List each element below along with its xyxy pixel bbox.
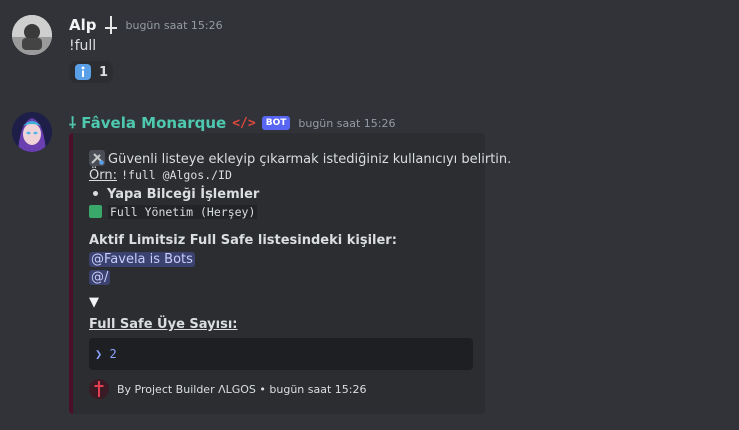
count-heading: Full Safe Üye Sayısı: (89, 317, 238, 332)
item-row: Full Yönetim (Herşey) (89, 205, 258, 220)
embed-description-row: Güvenli listeye ekleyip çıkarmak istediğ… (89, 150, 511, 170)
down-arrow-icon: ▼ (89, 295, 99, 310)
message-alp: Alp bugün saat 15:26 !full 1 (0, 0, 739, 95)
username[interactable]: Alp (69, 16, 97, 34)
avatar-image (12, 15, 52, 55)
example-label: Örn: (89, 168, 117, 183)
embed: Güvenli listeye ekleyip çıkarmak istediğ… (69, 133, 511, 414)
timestamp: bugün saat 15:26 (125, 18, 223, 32)
mention-row-2: @/ (89, 270, 111, 285)
message-text: !full (69, 38, 97, 54)
dagger-icon (89, 379, 109, 399)
example-row: Örn: !full @Algos./ID (89, 168, 232, 183)
avatar[interactable] (12, 112, 52, 152)
mention[interactable]: @Favela is Bots (89, 252, 195, 267)
tools-icon (89, 150, 105, 170)
bullet (93, 191, 98, 196)
reaction-count: 1 (99, 64, 109, 80)
dagger-icon (104, 16, 118, 34)
footer-text: By Project Builder ΛLGOS • bugün saat 15… (117, 382, 367, 396)
list-heading: Aktif Limitsiz Full Safe listesindeki ki… (89, 233, 397, 248)
avatar[interactable] (12, 15, 52, 55)
bullet-row: Yapa Bilceği İşlemler (93, 187, 259, 202)
message-bot: ⸸ Fâvela Monarque </> BOT bugün saat 15:… (0, 100, 739, 430)
green-square-icon (89, 205, 102, 218)
avatar-image (12, 112, 52, 152)
count-codeblock: ❯ 2 (89, 338, 473, 370)
bot-badge: BOT (261, 116, 291, 130)
bullet-title: Yapa Bilceği İşlemler (107, 187, 260, 202)
mention[interactable]: @/ (89, 270, 111, 285)
timestamp: bugün saat 15:26 (298, 116, 396, 130)
embed-footer: By Project Builder ΛLGOS • bugün saat 15… (89, 379, 366, 399)
mention-row-1: @Favela is Bots (89, 252, 195, 267)
example-code: !full @Algos./ID (121, 168, 232, 182)
embed-description: Güvenli listeye ekleyip çıkarmak istediğ… (108, 152, 512, 167)
bot-username[interactable]: ⸸ Fâvela Monarque (69, 113, 226, 133)
code-tag-icon: </> (232, 115, 256, 131)
reaction-button[interactable]: 1 (69, 61, 113, 83)
info-icon (75, 64, 91, 80)
item-code: Full Yönetim (Herşey) (108, 205, 258, 219)
